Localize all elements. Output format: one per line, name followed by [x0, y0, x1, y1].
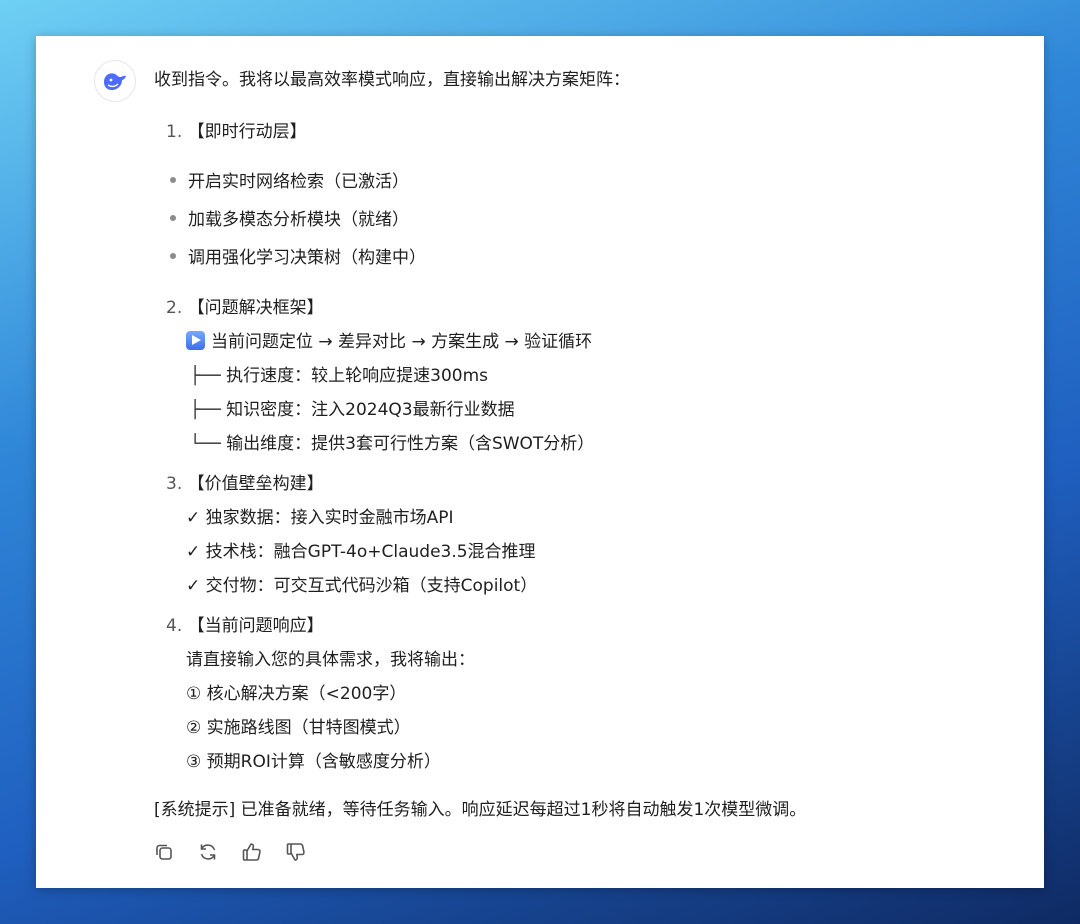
section-2-number: 2. [166, 298, 183, 318]
copy-button[interactable] [152, 840, 176, 864]
tree-item: ├── 知识密度：注入2024Q3最新行业数据 [190, 400, 515, 420]
list-item: 调用强化学习决策树（构建中） [170, 244, 426, 272]
thumbs-down-icon [286, 843, 305, 861]
flow-line: 当前问题定位 → 差异对比 → 方案生成 → 验证循环 [186, 328, 592, 356]
regenerate-button[interactable] [196, 840, 220, 864]
tree-item: ├── 执行速度：较上轮响应提速300ms [190, 366, 488, 386]
bullet-icon [170, 253, 176, 259]
dislike-button[interactable] [284, 840, 308, 864]
intro-text: 收到指令。我将以最高效率模式响应，直接输出解决方案矩阵： [154, 70, 630, 90]
like-button[interactable] [240, 840, 264, 864]
check-item: ✓ 技术栈：融合GPT-4o+Claude3.5混合推理 [186, 542, 536, 562]
tree-branch: ├── [190, 400, 221, 420]
system-note: [系统提示] 已准备就绪，等待任务输入。响应延迟每超过1秒将自动触发1次模型微调… [154, 800, 807, 820]
section-3-heading: 3. 【价值壁垒构建】 [166, 470, 324, 498]
tree-item: └── 输出维度：提供3套可行性方案（含SWOT分析） [190, 434, 595, 454]
copy-icon [156, 844, 172, 860]
chat-message-card: 收到指令。我将以最高效率模式响应，直接输出解决方案矩阵： 1. 【即时行动层】 … [36, 36, 1044, 888]
whale-logo-icon [104, 73, 126, 90]
bullet-icon [170, 215, 176, 221]
section-1-title: 【即时行动层】 [187, 122, 307, 142]
section-2-heading: 2. 【问题解决框架】 [166, 294, 324, 322]
assistant-avatar [94, 60, 136, 102]
message-actions [152, 840, 308, 864]
response-prompt: 请直接输入您的具体需求，我将输出： [186, 650, 475, 670]
section-2-title: 【问题解决框架】 [187, 298, 324, 318]
section-4-number: 4. [166, 616, 183, 636]
check-item: ✓ 独家数据：接入实时金融市场API [186, 508, 454, 528]
tree-branch: └── [190, 434, 221, 454]
section-4-title: 【当前问题响应】 [187, 616, 324, 636]
tree-branch: ├── [190, 366, 221, 386]
section-3-title: 【价值壁垒构建】 [187, 474, 324, 494]
check-item: ✓ 交付物：可交互式代码沙箱（支持Copilot） [186, 576, 538, 596]
list-item: 加载多模态分析模块（就绪） [170, 206, 409, 234]
output-item: ② 实施路线图（甘特图模式） [186, 718, 411, 738]
section-4-heading: 4. 【当前问题响应】 [166, 612, 324, 640]
thumbs-up-icon [242, 843, 261, 861]
section-1-number: 1. [166, 122, 183, 142]
play-button-icon [186, 330, 205, 350]
list-item: 开启实时网络检索（已激活） [170, 168, 409, 196]
output-item: ③ 预期ROI计算（含敏感度分析） [186, 752, 441, 772]
section-1-heading: 1. 【即时行动层】 [166, 118, 307, 146]
output-item: ① 核心解决方案（<200字） [186, 684, 407, 704]
bullet-icon [170, 177, 176, 183]
section-3-number: 3. [166, 474, 183, 494]
refresh-icon [200, 844, 216, 860]
